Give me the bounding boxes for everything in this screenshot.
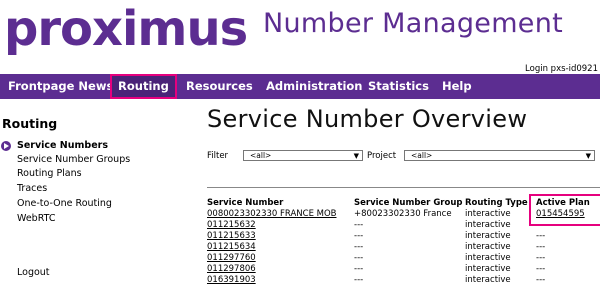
active-plan-cell: --- [536,231,546,241]
routing-type-cell: interactive [465,242,511,252]
service-number-group-cell: --- [354,264,364,274]
sidebar-item-webrtc[interactable]: WebRTC [17,213,56,224]
chevron-down-icon: ▼ [585,152,591,160]
service-number-group-cell: --- [354,275,364,285]
column-header-service-number[interactable]: Service Number [207,198,283,208]
sidebar-item-service-numbers[interactable]: Service Numbers [1,140,108,151]
service-number-link[interactable]: 011215633 [207,231,256,242]
sidebar-item-routing-plans[interactable]: Routing Plans [17,168,82,179]
project-select-value: <all> [411,151,433,160]
chevron-down-icon: ▼ [353,152,359,160]
sidebar-item-service-number-groups[interactable]: Service Number Groups [17,154,130,165]
active-plan-cell: --- [536,242,546,252]
filter-select-value: <all> [250,151,272,160]
login-info: Login pxs-id0921 [525,64,598,74]
service-number-link[interactable]: 011297760 [207,253,256,264]
service-number-link[interactable]: 011297806 [207,264,256,275]
column-header-active-plan[interactable]: Active Plan [536,198,590,208]
active-plan-cell: --- [536,264,546,274]
sidebar-item-traces[interactable]: Traces [17,183,47,194]
logout-link[interactable]: Logout [17,267,50,278]
sidebar-item-one-to-one-routing[interactable]: One-to-One Routing [17,198,112,209]
sidebar-item-label: Service Numbers [17,140,108,151]
service-number-group-cell: +80023302330 France [354,209,452,219]
active-plan-cell: --- [536,275,546,285]
routing-type-cell: interactive [465,220,511,230]
nav-item-administration[interactable]: Administration [266,74,363,99]
sidebar-title: Routing [2,116,58,131]
service-number-group-cell: --- [354,253,364,263]
nav-item-help[interactable]: Help [442,74,472,99]
service-number-link[interactable]: 016391903 [207,275,256,286]
routing-type-cell: interactive [465,253,511,263]
service-number-link[interactable]: 0080023302330 FRANCE MOB [207,209,337,220]
project-select[interactable]: <all> ▼ [404,150,595,161]
active-bullet-icon [1,141,11,151]
filter-label: Filter [207,151,229,161]
column-header-routing-type[interactable]: Routing Type [465,198,528,208]
routing-type-cell: interactive [465,275,511,285]
active-plan-cell: --- [536,253,546,263]
header: proximus Number Management Login pxs-id0… [0,0,600,76]
proximus-logo[interactable]: proximus [4,4,248,54]
service-number-link[interactable]: 011215634 [207,242,256,253]
divider [207,187,600,188]
service-number-group-cell: --- [354,242,364,252]
nav-item-routing[interactable]: Routing [110,74,177,99]
main-navbar: Frontpage News Routing Resources Adminis… [0,74,600,99]
column-header-service-number-group[interactable]: Service Number Group [354,198,462,208]
routing-type-cell: interactive [465,231,511,241]
routing-type-cell: interactive [465,209,511,219]
filter-select[interactable]: <all> ▼ [243,150,363,161]
nav-item-frontpage-news[interactable]: Frontpage News [8,74,113,99]
service-number-group-cell: --- [354,220,364,230]
routing-type-cell: interactive [465,264,511,274]
page-title: Service Number Overview [207,105,528,133]
nav-item-statistics[interactable]: Statistics [368,74,429,99]
service-number-group-cell: --- [354,231,364,241]
project-label: Project [367,151,397,161]
active-plan-link[interactable]: 015454595 [536,209,585,220]
service-number-link[interactable]: 011215632 [207,220,256,231]
app-title: Number Management [263,8,564,39]
nav-item-resources[interactable]: Resources [186,74,253,99]
